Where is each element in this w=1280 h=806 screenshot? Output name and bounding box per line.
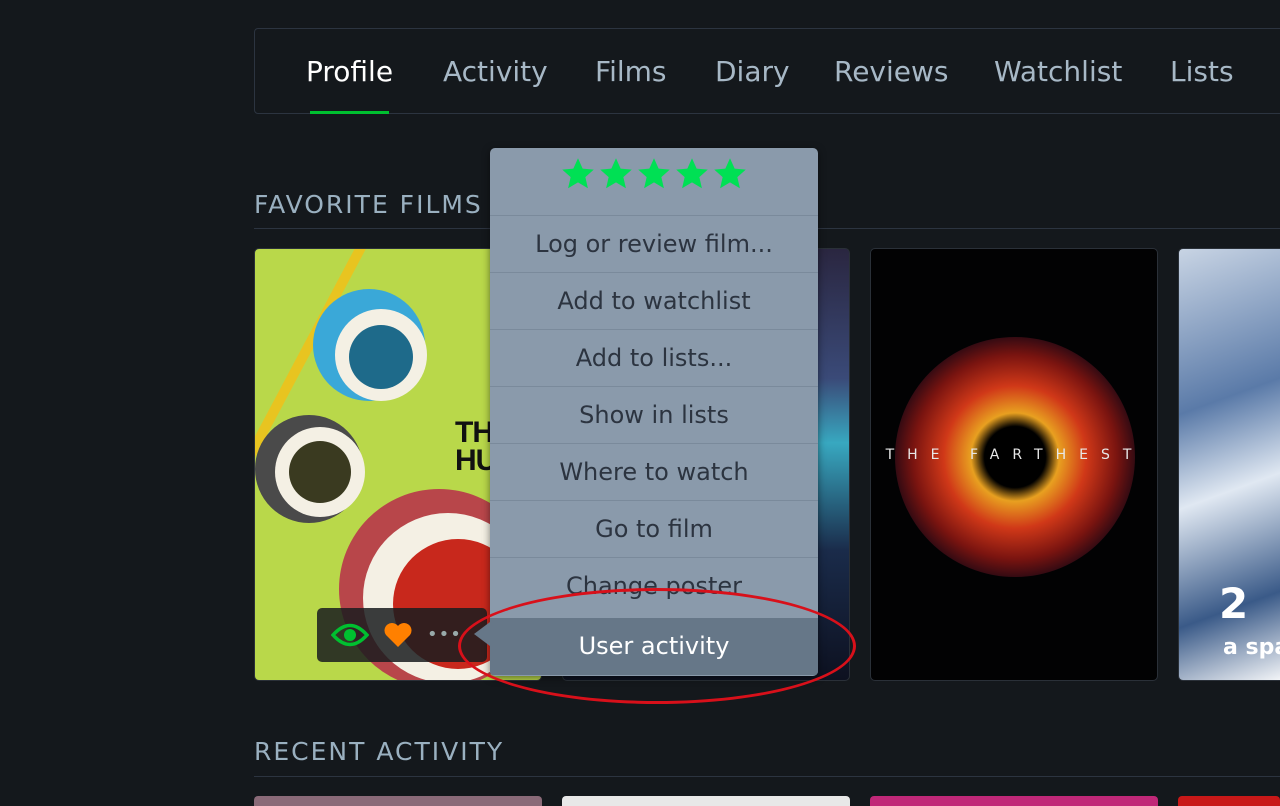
poster-art-circle: [349, 325, 413, 389]
poster-subtitle-text: a spa: [1223, 635, 1280, 660]
rating-stars[interactable]: [490, 156, 818, 196]
recent-activity-poster-2[interactable]: [562, 796, 850, 806]
recent-activity-poster-3[interactable]: [870, 796, 1158, 806]
poster-art-circle: [289, 441, 351, 503]
active-tab-indicator: [310, 111, 389, 114]
tab-watchlist[interactable]: Watchlist: [994, 55, 1122, 88]
profile-nav: Profile Activity Films Diary Reviews Wat…: [254, 28, 1280, 114]
menu-item-change-poster[interactable]: Change poster: [490, 557, 818, 614]
favorite-film-poster-4[interactable]: 2 a spa: [1178, 248, 1280, 681]
menu-item-add-watchlist[interactable]: Add to watchlist: [490, 272, 818, 329]
recent-activity-poster-1[interactable]: [254, 796, 542, 806]
recent-activity-poster-4[interactable]: [1178, 796, 1280, 806]
tab-reviews[interactable]: Reviews: [834, 55, 949, 88]
menu-pointer-caret: [474, 622, 490, 646]
poster-title-text: 2: [1219, 579, 1249, 628]
tab-films[interactable]: Films: [595, 55, 667, 88]
menu-item-add-lists[interactable]: Add to lists...: [490, 329, 818, 386]
star-icon[interactable]: [674, 156, 710, 192]
favorite-films-heading: FAVORITE FILMS: [254, 190, 483, 219]
tab-profile[interactable]: Profile: [306, 55, 393, 88]
star-icon[interactable]: [712, 156, 748, 192]
menu-item-go-to-film[interactable]: Go to film: [490, 500, 818, 557]
menu-item-log-review[interactable]: Log or review film...: [490, 215, 818, 272]
favorite-film-poster-3[interactable]: THE FARTHEST: [870, 248, 1158, 681]
menu-item-where-to-watch[interactable]: Where to watch: [490, 443, 818, 500]
star-icon[interactable]: [636, 156, 672, 192]
tab-lists[interactable]: Lists: [1170, 55, 1234, 88]
heart-icon[interactable]: [383, 622, 413, 652]
star-icon[interactable]: [598, 156, 634, 192]
poster-title-text: THE FARTHEST: [885, 447, 1145, 463]
menu-item-show-in-lists[interactable]: Show in lists: [490, 386, 818, 443]
recent-activity-divider: [254, 776, 1280, 777]
tab-activity[interactable]: Activity: [443, 55, 548, 88]
eye-icon[interactable]: [330, 622, 370, 652]
recent-activity-heading: RECENT ACTIVITY: [254, 737, 505, 766]
menu-item-user-activity[interactable]: User activity: [490, 618, 818, 675]
poster-action-bar: •••: [317, 608, 487, 662]
star-icon[interactable]: [560, 156, 596, 192]
more-dots-icon[interactable]: •••: [427, 624, 462, 645]
tab-diary[interactable]: Diary: [715, 55, 790, 88]
film-context-menu: Log or review film... Add to watchlist A…: [490, 148, 818, 676]
